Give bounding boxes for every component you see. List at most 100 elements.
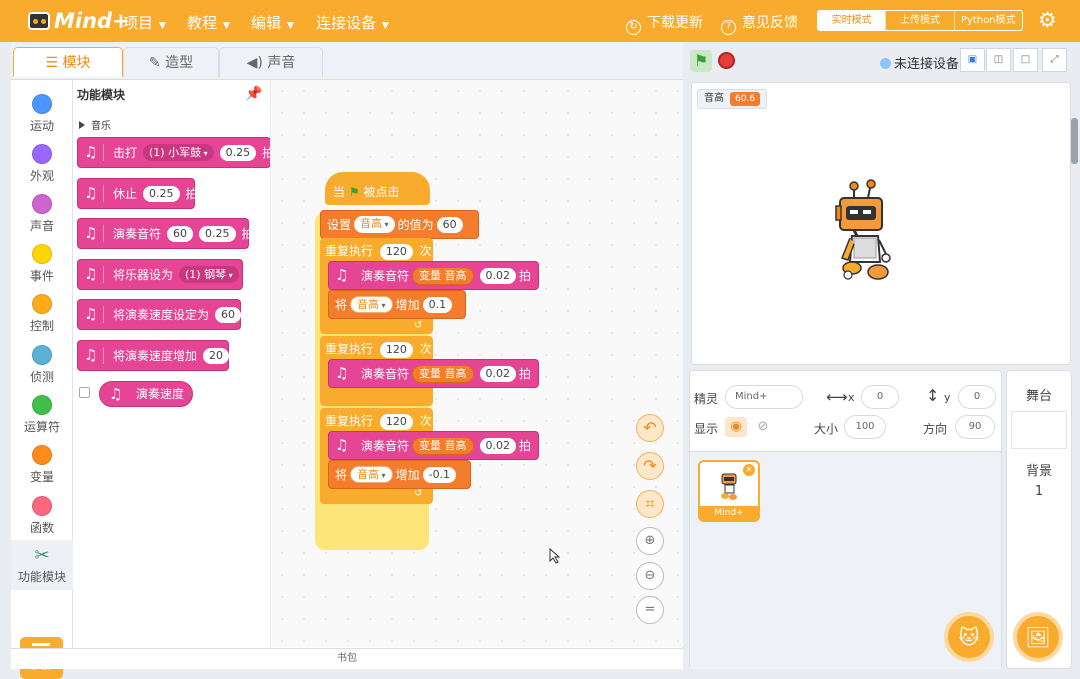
tab-sounds[interactable]: ◀) 声音 bbox=[219, 47, 323, 77]
x-input[interactable]: 0 bbox=[861, 385, 899, 409]
block-set-tempo[interactable]: ♫ 将演奏速度设定为 60 bbox=[77, 299, 242, 330]
variable-reporter[interactable]: 变量 音高 bbox=[412, 266, 474, 285]
music-note-icon: ♫ bbox=[84, 266, 104, 283]
zoom-reset-button[interactable]: = bbox=[636, 596, 664, 624]
script-canvas[interactable]: 当 ⚑ 被点击 设置 音高 的值为 60 重复执行 120 次 ↺ ♫ 演奏音符… bbox=[271, 80, 943, 647]
category-motion[interactable]: 运动 bbox=[11, 94, 73, 134]
mindplus-logo[interactable]: Mind+ bbox=[26, 8, 130, 34]
repeat-count-input[interactable]: 120 bbox=[379, 414, 413, 430]
tempo-input[interactable]: 60 bbox=[215, 306, 242, 323]
layout-small-stage-icon[interactable]: ▣ bbox=[960, 48, 985, 72]
play-note-block-3[interactable]: ♫ 演奏音符 变量 音高 0.02 拍 bbox=[328, 431, 539, 460]
beats-input[interactable]: 0.02 bbox=[479, 437, 517, 454]
category-control-label: 控制 bbox=[29, 319, 54, 333]
category-sound[interactable]: 声音 bbox=[11, 194, 73, 234]
eye-hidden-icon[interactable]: ⊘ bbox=[752, 417, 774, 437]
when-flag-clicked-block[interactable]: 当 ⚑ 被点击 bbox=[325, 172, 430, 205]
reporter-tempo[interactable]: ♫ 演奏速度 bbox=[99, 381, 193, 407]
undo-icon[interactable]: ↶ bbox=[636, 414, 664, 442]
variable-reporter[interactable]: 变量 音高 bbox=[412, 364, 474, 383]
feedback-button[interactable]: ? 意见反馈 bbox=[721, 12, 798, 35]
set-value-input[interactable]: 60 bbox=[436, 216, 463, 233]
sprite-thumbnail[interactable]: ✕ Mind+ bbox=[698, 460, 760, 522]
green-flag-icon[interactable]: ⚑ bbox=[690, 50, 712, 72]
menu-tutorial[interactable]: 教程 ▼ bbox=[187, 12, 230, 33]
tempo-checkbox[interactable] bbox=[79, 387, 90, 398]
gear-icon[interactable]: ⚙ bbox=[1038, 9, 1060, 31]
mode-python[interactable]: Python模式 bbox=[953, 11, 1022, 30]
y-input[interactable]: 0 bbox=[958, 385, 996, 409]
block-text: 将演奏速度增加 bbox=[113, 349, 198, 363]
repeat-count-input[interactable]: 120 bbox=[379, 342, 413, 358]
palette-section-music[interactable]: 音乐 bbox=[79, 117, 111, 132]
fullscreen-icon[interactable]: ⤢ bbox=[1042, 48, 1067, 72]
device-status[interactable]: 未连接设备 bbox=[880, 53, 959, 72]
beats-input[interactable]: 0.02 bbox=[479, 267, 517, 284]
beats-input[interactable]: 0.25 bbox=[143, 185, 180, 202]
change-value-input[interactable]: -0.1 bbox=[422, 466, 457, 483]
crop-icon[interactable]: ⌗ bbox=[636, 490, 664, 518]
variable-dropdown[interactable]: 音高 bbox=[350, 466, 393, 483]
repeat-count-input[interactable]: 120 bbox=[379, 244, 413, 260]
zoom-out-icon[interactable]: ⊖ bbox=[636, 562, 664, 590]
mode-realtime[interactable]: 实时模式 bbox=[818, 11, 886, 30]
stop-icon[interactable] bbox=[718, 52, 735, 69]
backpack-bar[interactable]: 书包 bbox=[11, 648, 683, 669]
note-input[interactable]: 60 bbox=[167, 225, 194, 242]
beats-input[interactable]: 0.25 bbox=[199, 225, 236, 242]
eye-icon[interactable]: ◉ bbox=[725, 417, 747, 437]
pin-icon[interactable]: 📌 bbox=[245, 86, 262, 102]
category-variables[interactable]: 变量 bbox=[11, 445, 73, 485]
direction-input[interactable]: 90 bbox=[955, 415, 995, 439]
category-looks[interactable]: 外观 bbox=[11, 144, 73, 184]
block-set-instrument[interactable]: ♫ 将乐器设为 (1) 钢琴 bbox=[77, 259, 243, 290]
mindplus-robot-sprite[interactable] bbox=[824, 176, 904, 286]
add-sprite-icon[interactable]: 🐱 bbox=[944, 612, 994, 662]
play-note-block-2[interactable]: ♫ 演奏音符 变量 音高 0.02 拍 bbox=[328, 359, 539, 388]
variable-dropdown[interactable]: 音高 bbox=[354, 216, 395, 233]
mode-upload[interactable]: 上传模式 bbox=[885, 11, 953, 30]
layout-large-stage-icon[interactable]: □ bbox=[1013, 48, 1038, 72]
change-variable-block-1[interactable]: 将 音高 增加 0.1 bbox=[328, 290, 466, 319]
sensing-dot-icon bbox=[32, 345, 52, 365]
block-rest[interactable]: ♫ 休止 0.25 拍 bbox=[77, 178, 198, 209]
download-update-button[interactable]: ↻ 下载更新 bbox=[626, 12, 703, 35]
play-note-block-1[interactable]: ♫ 演奏音符 变量 音高 0.02 拍 bbox=[328, 261, 539, 290]
size-input[interactable]: 100 bbox=[844, 415, 886, 439]
layout-normal-stage-icon[interactable]: ◫ bbox=[986, 48, 1011, 72]
instrument-dropdown[interactable]: (1) 钢琴 bbox=[179, 266, 239, 283]
drum-dropdown[interactable]: (1) 小军鼓 bbox=[143, 144, 214, 161]
block-play-note[interactable]: ♫ 演奏音符 60 0.25 拍 bbox=[77, 218, 254, 249]
sprite-name-input[interactable]: Mind+ bbox=[725, 385, 803, 409]
block-play-drum[interactable]: ♫ 击打 (1) 小军鼓 0.25 拍 bbox=[77, 137, 270, 168]
tempo-change-input[interactable]: 20 bbox=[203, 347, 230, 364]
redo-icon[interactable]: ↷ bbox=[636, 452, 664, 480]
window-scrollbar[interactable] bbox=[1071, 118, 1078, 164]
category-control[interactable]: 控制 bbox=[11, 294, 73, 334]
change-value-input[interactable]: 0.1 bbox=[422, 296, 453, 313]
variable-monitor: 音高 60.6 bbox=[697, 89, 768, 109]
menu-connect-label: 连接设备 bbox=[316, 14, 377, 32]
category-operators[interactable]: 运算符 bbox=[11, 395, 73, 435]
category-function-modules[interactable]: ✂ 功能模块 bbox=[11, 540, 73, 590]
category-events[interactable]: 事件 bbox=[11, 244, 73, 284]
beats-input[interactable]: 0.02 bbox=[479, 365, 517, 382]
menu-project[interactable]: 项目 ▼ bbox=[123, 12, 166, 33]
menu-connect-device[interactable]: 连接设备 ▼ bbox=[316, 12, 389, 33]
zoom-in-icon[interactable]: ⊕ bbox=[636, 527, 664, 555]
block-change-tempo[interactable]: ♫ 将演奏速度增加 20 bbox=[77, 340, 230, 371]
beats-input[interactable]: 0.25 bbox=[219, 144, 257, 161]
set-variable-block[interactable]: 设置 音高 的值为 60 bbox=[320, 210, 479, 239]
tab-blocks[interactable]: ☰ 模块 bbox=[13, 47, 123, 77]
add-backdrop-icon[interactable]: 🖼 bbox=[1013, 612, 1063, 662]
change-variable-block-2[interactable]: 将 音高 增加 -0.1 bbox=[328, 460, 471, 489]
menu-edit[interactable]: 编辑 ▼ bbox=[251, 12, 294, 33]
delete-sprite-icon[interactable]: ✕ bbox=[743, 464, 755, 476]
tab-costumes[interactable]: ✎ 造型 bbox=[123, 47, 219, 77]
variable-dropdown[interactable]: 音高 bbox=[350, 296, 393, 313]
variable-reporter[interactable]: 变量 音高 bbox=[412, 436, 474, 455]
category-functions[interactable]: 函数 bbox=[11, 496, 73, 536]
category-sensing[interactable]: 侦测 bbox=[11, 345, 73, 385]
backdrop-thumbnail[interactable] bbox=[1011, 411, 1067, 449]
stage-canvas[interactable]: 音高 60.6 bbox=[691, 82, 1071, 365]
